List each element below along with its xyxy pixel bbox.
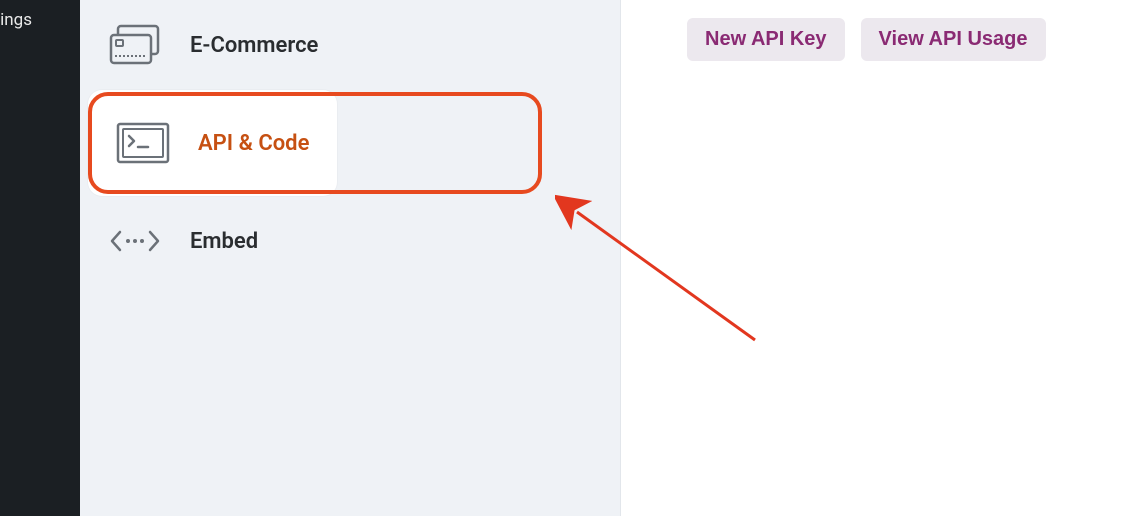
nav-label-api-code: API & Code — [198, 131, 309, 156]
view-api-usage-button[interactable]: View API Usage — [861, 18, 1046, 61]
nav-item-api-code-wrapper: API & Code — [80, 90, 620, 196]
main-content-panel: New API Key View API Usage — [620, 0, 1144, 516]
nav-item-api-code[interactable]: API & Code — [88, 90, 337, 196]
nav-label-ecommerce: E-Commerce — [190, 33, 318, 58]
nav-item-ecommerce[interactable]: E-Commerce — [80, 0, 620, 90]
ecommerce-icon — [108, 24, 162, 66]
settings-nav-panel: E-Commerce API & Code — [80, 0, 620, 516]
embed-icon — [108, 220, 162, 262]
settings-label-fragment: ettings — [0, 10, 32, 30]
nav-item-embed[interactable]: Embed — [80, 196, 620, 286]
code-terminal-icon — [116, 122, 170, 164]
nav-label-embed: Embed — [190, 229, 258, 254]
new-api-key-button[interactable]: New API Key — [687, 18, 845, 61]
api-action-buttons: New API Key View API Usage — [687, 18, 1046, 61]
dark-sidebar: ettings — [0, 0, 80, 516]
